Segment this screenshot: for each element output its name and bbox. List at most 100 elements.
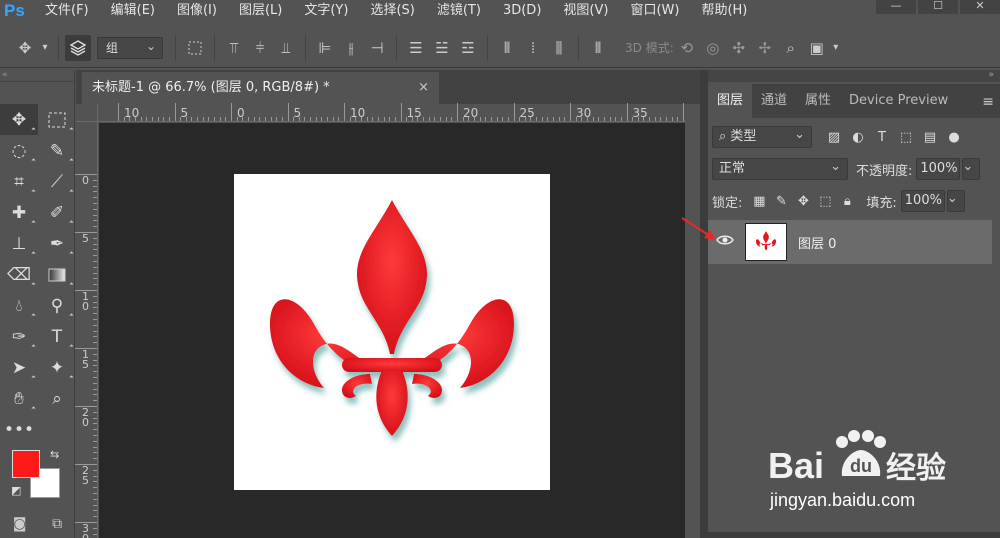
eraser-tool-icon[interactable]: ⌫ [0,259,38,290]
3d-orbit-icon[interactable]: ⟲ [674,35,700,61]
tab-device-preview[interactable]: Device Preview [840,84,957,118]
layer-thumbnail[interactable] [745,223,787,261]
menu-image[interactable]: 图像(I) [166,0,228,22]
lock-position-icon[interactable]: ✥ [792,194,814,209]
filter-toggle-icon[interactable]: ● [942,126,966,148]
minimize-button[interactable]: — [876,0,916,14]
lasso-tool-icon[interactable]: ◌ [0,135,38,166]
align-vertical-center-icon[interactable]: ⫩ [247,35,273,61]
vertical-scrollbar[interactable] [686,104,700,538]
align-right-icon[interactable]: ⊣ [364,35,390,61]
zoom-tool-icon[interactable]: ⌕ [38,383,76,414]
layer-row[interactable]: 图层 0 [708,220,992,264]
edit-toolbar-icon[interactable]: ••• [0,414,38,445]
swap-colors-icon[interactable]: ⇆ [50,448,59,461]
close-document-icon[interactable]: × [418,72,429,104]
tab-channels[interactable]: 通道 [752,84,796,118]
tab-properties[interactable]: 属性 [796,84,840,118]
menu-window[interactable]: 窗口(W) [619,0,690,22]
filter-pixel-icon[interactable]: ▨ [822,126,846,148]
menu-layer[interactable]: 图层(L) [228,0,293,22]
menu-file[interactable]: 文件(F) [34,0,100,22]
toolbar-collapse-handle[interactable]: « [0,70,74,82]
vertical-ruler[interactable]: 0 5 10 15 20 25 30 [75,122,98,538]
filter-smart-object-icon[interactable]: ▤ [918,126,942,148]
search-icon[interactable]: ⌕ [778,35,804,61]
blur-tool-icon[interactable]: 💧︎ [0,290,38,321]
fill-slider-dropdown[interactable] [946,189,965,212]
distribute-left-icon[interactable]: ⦀ [494,35,520,61]
foreground-color-swatch[interactable] [12,450,40,478]
filter-adjustment-icon[interactable]: ◐ [846,126,870,148]
tab-layers[interactable]: 图层 [708,84,753,118]
path-selection-tool-icon[interactable]: ➤ [0,352,38,383]
dodge-tool-icon[interactable]: ⚲ [38,290,76,321]
opacity-input[interactable]: 100% [916,158,961,180]
transform-controls-icon[interactable] [182,35,208,61]
align-horizontal-center-icon[interactable]: ⫲ [338,35,364,61]
document-canvas[interactable] [234,174,550,490]
align-bottom-icon[interactable]: ⫫ [273,35,299,61]
auto-select-target-select[interactable]: 组 [97,36,163,59]
3d-pan-icon[interactable]: ✣ [726,35,752,61]
screen-mode-icon[interactable]: ⧉ [52,516,62,532]
healing-brush-tool-icon[interactable]: ✚ [0,197,38,228]
lock-all-icon[interactable]: 🔒︎ [836,194,858,209]
clone-stamp-tool-icon[interactable]: ⊥ [0,228,38,259]
workspace-dropdown-icon[interactable]: ▾ [830,35,842,61]
eyedropper-tool-icon[interactable]: ⟋ [38,166,76,197]
blend-mode-select[interactable]: 正常 [712,157,848,180]
layer-filter-select[interactable]: ⌕ 类型 [712,125,812,148]
opacity-slider-dropdown[interactable] [962,157,981,180]
crop-tool-icon[interactable]: ⌗ [0,166,38,197]
move-tool-icon[interactable]: ✥ [0,104,38,135]
hand-tool-icon[interactable]: ✋︎ [0,383,38,414]
lock-artboard-icon[interactable]: ⬚ [814,194,836,209]
horizontal-ruler[interactable]: 10 5 0 5 10 15 20 25 30 35 [98,103,686,122]
document-tab[interactable]: 未标题-1 @ 66.7% (图层 0, RGB/8#) * × [82,72,439,104]
marquee-tool-icon[interactable] [38,104,76,135]
tool-preset-dropdown-icon[interactable]: ▾ [38,35,52,61]
panel-collapse-handle[interactable]: » [708,70,1000,82]
panel-menu-icon[interactable]: ≡ [982,94,994,110]
distribute-bottom-icon[interactable]: ☲ [455,35,481,61]
quick-selection-tool-icon[interactable]: ✎ [38,135,76,166]
default-colors-icon[interactable]: ◩ [11,484,21,497]
menu-edit[interactable]: 编辑(E) [100,0,166,22]
menu-3d[interactable]: 3D(D) [492,0,552,22]
pen-tool-icon[interactable]: ✑ [0,321,38,352]
gradient-tool-icon[interactable] [38,259,76,290]
lock-transparent-pixels-icon[interactable]: ▦ [748,194,770,209]
layer-name[interactable]: 图层 0 [798,233,836,252]
distribute-vcenter-icon[interactable]: ☱ [429,35,455,61]
align-left-icon[interactable]: ⊫ [312,35,338,61]
3d-slide-icon[interactable]: ✢ [752,35,778,61]
close-window-button[interactable]: ✕ [960,0,1000,14]
lock-image-pixels-icon[interactable]: ✎ [770,194,792,209]
menu-filter[interactable]: 滤镜(T) [426,0,492,22]
distribute-right-icon[interactable]: ⫼ [546,35,572,61]
workspace-switcher-icon[interactable]: ▣ [804,35,830,61]
menu-select[interactable]: 选择(S) [359,0,425,22]
menu-view[interactable]: 视图(V) [552,0,619,22]
distribute-hcenter-icon[interactable]: ⦙ [520,35,546,61]
fill-input[interactable]: 100% [900,190,945,212]
distribute-top-icon[interactable]: ☰ [403,35,429,61]
type-tool-icon[interactable]: T [38,321,76,352]
menu-help[interactable]: 帮助(H) [690,0,758,22]
maximize-button[interactable]: ☐ [918,0,958,14]
brush-tool-icon[interactable]: ✐ [38,197,76,228]
menu-type[interactable]: 文字(Y) [293,0,359,22]
ruler-origin[interactable] [76,104,98,122]
filter-shape-icon[interactable]: ⬚ [894,126,918,148]
history-brush-tool-icon[interactable]: ✒ [38,228,76,259]
auto-align-icon[interactable]: ⫴ [585,35,611,61]
3d-roll-icon[interactable]: ◎ [700,35,726,61]
filter-type-icon[interactable]: T [870,126,894,148]
quick-mask-icon[interactable]: ◙ [13,516,27,532]
custom-shape-tool-icon[interactable]: ✦ [38,352,76,383]
move-tool-icon[interactable]: ✥ [12,35,38,61]
auto-select-layers-icon[interactable] [65,34,91,61]
panel-dock-divider[interactable] [700,70,708,538]
align-top-icon[interactable]: ⫪ [221,35,247,61]
